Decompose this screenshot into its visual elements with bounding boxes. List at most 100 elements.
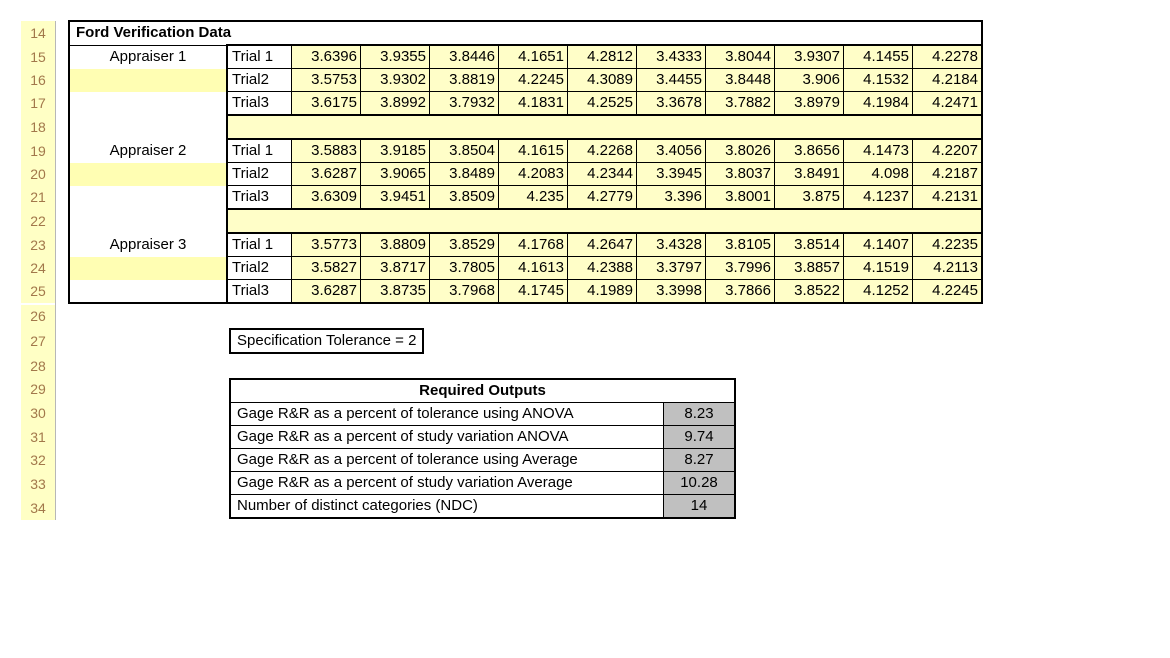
data-cell[interactable]: 3.3678 [637, 92, 706, 116]
required-outputs-table: Required Outputs Gage R&R as a percent o… [229, 378, 736, 519]
data-cell[interactable]: 3.7805 [430, 257, 499, 280]
data-cell[interactable]: 3.7968 [430, 280, 499, 304]
data-cell[interactable]: 3.6287 [292, 280, 361, 304]
data-cell[interactable]: 4.1615 [499, 139, 568, 163]
data-cell[interactable]: 4.1613 [499, 257, 568, 280]
data-cell[interactable]: 3.875 [775, 186, 844, 210]
data-cell[interactable]: 3.8446 [430, 45, 499, 69]
data-cell[interactable]: 4.2184 [913, 69, 983, 92]
row-number: 24 [21, 257, 56, 280]
data-cell[interactable]: 4.1984 [844, 92, 913, 116]
data-cell[interactable]: 3.396 [637, 186, 706, 210]
data-cell[interactable]: 3.3945 [637, 163, 706, 186]
data-cell[interactable]: 3.6175 [292, 92, 361, 116]
data-cell[interactable]: 4.2388 [568, 257, 637, 280]
data-cell[interactable]: 3.9065 [361, 163, 430, 186]
data-cell[interactable]: 3.6309 [292, 186, 361, 210]
data-cell[interactable]: 3.8105 [706, 233, 775, 257]
spacer-cell [706, 115, 775, 139]
data-cell[interactable]: 4.1237 [844, 186, 913, 210]
data-cell[interactable]: 4.1745 [499, 280, 568, 304]
data-cell[interactable]: 3.7866 [706, 280, 775, 304]
data-cell[interactable]: 4.1532 [844, 69, 913, 92]
data-cell[interactable]: 4.2113 [913, 257, 983, 280]
data-cell[interactable]: 3.8735 [361, 280, 430, 304]
data-cell[interactable]: 3.5773 [292, 233, 361, 257]
data-cell[interactable]: 4.1519 [844, 257, 913, 280]
data-cell[interactable]: 4.2471 [913, 92, 983, 116]
data-cell[interactable]: 3.8037 [706, 163, 775, 186]
data-cell[interactable]: 4.2245 [913, 280, 983, 304]
data-cell[interactable]: 3.9451 [361, 186, 430, 210]
data-cell[interactable]: 3.8717 [361, 257, 430, 280]
data-cell[interactable]: 4.1768 [499, 233, 568, 257]
data-cell[interactable]: 3.8522 [775, 280, 844, 304]
data-cell[interactable]: 3.8491 [775, 163, 844, 186]
data-cell[interactable]: 3.8026 [706, 139, 775, 163]
trial-label: Trial 1 [227, 139, 292, 163]
data-cell[interactable]: 4.1651 [499, 45, 568, 69]
data-cell[interactable]: 3.4056 [637, 139, 706, 163]
data-cell[interactable]: 3.8514 [775, 233, 844, 257]
data-cell[interactable]: 3.9302 [361, 69, 430, 92]
data-cell[interactable]: 4.2812 [568, 45, 637, 69]
data-cell[interactable]: 3.8656 [775, 139, 844, 163]
data-cell[interactable]: 3.6396 [292, 45, 361, 69]
data-cell[interactable]: 4.2083 [499, 163, 568, 186]
data-cell[interactable]: 3.5883 [292, 139, 361, 163]
data-cell[interactable]: 3.8504 [430, 139, 499, 163]
data-cell[interactable]: 3.4333 [637, 45, 706, 69]
data-cell[interactable]: 3.9185 [361, 139, 430, 163]
data-cell[interactable]: 4.3089 [568, 69, 637, 92]
data-cell[interactable]: 4.2525 [568, 92, 637, 116]
data-cell[interactable]: 4.2647 [568, 233, 637, 257]
data-cell[interactable]: 3.9307 [775, 45, 844, 69]
data-cell[interactable]: 3.8979 [775, 92, 844, 116]
data-cell[interactable]: 3.906 [775, 69, 844, 92]
data-cell[interactable]: 3.7932 [430, 92, 499, 116]
data-cell[interactable]: 4.1989 [568, 280, 637, 304]
data-cell[interactable]: 4.235 [499, 186, 568, 210]
data-cell[interactable]: 4.2235 [913, 233, 983, 257]
data-cell[interactable]: 4.2344 [568, 163, 637, 186]
data-cell[interactable]: 4.2245 [499, 69, 568, 92]
data-cell[interactable]: 3.8819 [430, 69, 499, 92]
data-cell[interactable]: 4.1831 [499, 92, 568, 116]
output-label: Number of distinct categories (NDC) [230, 495, 664, 519]
output-value: 8.23 [664, 403, 736, 426]
data-cell[interactable]: 4.2207 [913, 139, 983, 163]
data-cell[interactable]: 4.2187 [913, 163, 983, 186]
data-cell[interactable]: 3.8448 [706, 69, 775, 92]
data-cell[interactable]: 4.1473 [844, 139, 913, 163]
data-cell[interactable]: 3.8044 [706, 45, 775, 69]
data-cell[interactable]: 4.1455 [844, 45, 913, 69]
data-cell[interactable]: 3.8857 [775, 257, 844, 280]
data-cell[interactable]: 3.3797 [637, 257, 706, 280]
data-cell[interactable]: 3.8489 [430, 163, 499, 186]
data-cell[interactable]: 4.1407 [844, 233, 913, 257]
data-cell[interactable]: 3.5753 [292, 69, 361, 92]
data-cell[interactable]: 3.8992 [361, 92, 430, 116]
data-cell[interactable]: 3.3998 [637, 280, 706, 304]
data-cell[interactable]: 3.7996 [706, 257, 775, 280]
data-cell[interactable]: 4.098 [844, 163, 913, 186]
data-cell[interactable]: 4.1252 [844, 280, 913, 304]
data-cell[interactable]: 3.4455 [637, 69, 706, 92]
data-cell[interactable]: 3.5827 [292, 257, 361, 280]
data-cell[interactable]: 3.8809 [361, 233, 430, 257]
data-cell[interactable]: 3.9355 [361, 45, 430, 69]
data-cell[interactable]: 3.8001 [706, 186, 775, 210]
output-value: 9.74 [664, 426, 736, 449]
row-number: 34 [21, 496, 56, 520]
data-cell[interactable]: 4.2131 [913, 186, 983, 210]
data-cell[interactable]: 4.2779 [568, 186, 637, 210]
data-cell[interactable]: 3.7882 [706, 92, 775, 116]
data-cell[interactable]: 3.6287 [292, 163, 361, 186]
spec-tolerance: Specification Tolerance = 2 [229, 328, 424, 354]
data-cell[interactable]: 4.2268 [568, 139, 637, 163]
data-cell[interactable]: 3.8509 [430, 186, 499, 210]
data-cell[interactable]: 4.2278 [913, 45, 983, 69]
data-cell[interactable]: 3.4328 [637, 233, 706, 257]
data-cell[interactable]: 3.8529 [430, 233, 499, 257]
spacer-cell [568, 115, 637, 139]
